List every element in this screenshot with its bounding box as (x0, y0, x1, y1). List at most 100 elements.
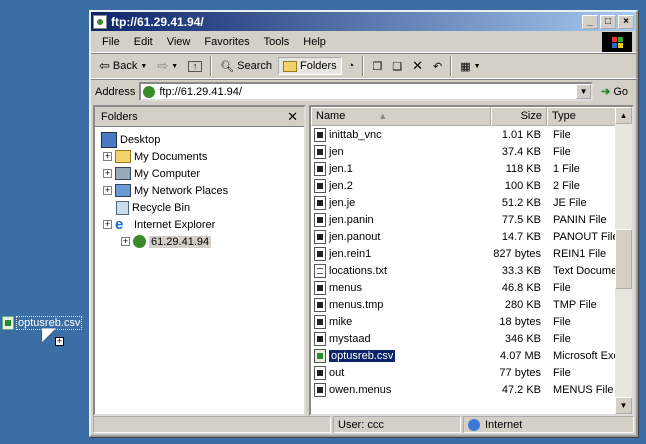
folders-pane-close-icon[interactable]: ✕ (287, 109, 298, 125)
undo-icon: ↶ (432, 60, 443, 73)
expand-icon[interactable]: + (121, 237, 130, 246)
expand-icon[interactable]: + (103, 186, 112, 195)
file-size: 46.8 KB (501, 281, 541, 294)
toolbar-separator (362, 56, 365, 76)
file-name: locations.txt (329, 264, 388, 277)
column-header-size[interactable]: Size (491, 107, 547, 126)
file-size: 14.7 KB (501, 230, 541, 243)
folders-button[interactable]: Folders (277, 57, 342, 75)
forward-dropdown-icon[interactable]: ▼ (171, 63, 178, 70)
file-size: 51.2 KB (501, 196, 541, 209)
table-row[interactable]: jen 37.4 KB File (311, 143, 615, 160)
history-button[interactable]: ◔ (344, 58, 359, 74)
back-dropdown-icon[interactable]: ▼ (140, 63, 147, 70)
status-blank (93, 416, 331, 433)
up-folder-icon: ↑ (188, 60, 203, 72)
table-row[interactable]: jen.rein1 827 bytes REIN1 File (311, 245, 615, 262)
file-icon (314, 365, 326, 380)
excel-file-icon (2, 316, 14, 330)
table-row[interactable]: menus 46.8 KB File (311, 279, 615, 296)
up-folder-button[interactable]: ↑ (184, 59, 206, 74)
scroll-up-icon[interactable]: ▲ (615, 107, 632, 124)
column-header-name[interactable]: Name ▲ (311, 107, 491, 126)
tree-item-ftp-site[interactable]: + 61.29.41.94 (99, 233, 300, 250)
status-user-label: User: ccc (338, 418, 384, 431)
network-icon (115, 184, 131, 197)
search-label: Search (237, 60, 272, 72)
table-row[interactable]: out 77 bytes File (311, 364, 615, 381)
address-input[interactable]: ftp://61.29.41.94/ ▼ (139, 82, 594, 101)
mouse-cursor-icon: ◤ (42, 324, 56, 344)
expand-icon[interactable]: + (103, 169, 112, 178)
tree-item-internet-explorer[interactable]: + e Internet Explorer (99, 216, 300, 233)
table-row[interactable]: inittab_vnc 1.01 KB File (311, 126, 615, 143)
tree-item-my-documents[interactable]: + My Documents (99, 148, 300, 165)
file-size: 77 bytes (499, 366, 541, 379)
move-to-button[interactable]: ❐ (368, 58, 386, 75)
tree-item-label: My Computer (134, 167, 201, 180)
menu-tools[interactable]: Tools (257, 34, 297, 50)
file-type: File (553, 315, 571, 328)
file-name: jen.panin (329, 213, 374, 226)
table-row[interactable]: jen.2 100 KB 2 File (311, 177, 615, 194)
close-button[interactable]: × (618, 14, 634, 29)
folders-label: Folders (299, 60, 337, 72)
tree-item-label: My Network Places (134, 184, 229, 197)
file-type: 2 File (553, 179, 580, 192)
table-row[interactable]: mystaad 346 KB File (311, 330, 615, 347)
menu-edit[interactable]: Edit (127, 34, 160, 50)
scroll-down-icon[interactable]: ▼ (615, 397, 632, 414)
tree-item-desktop[interactable]: Desktop (99, 131, 300, 148)
status-zone: Internet (463, 416, 634, 433)
menu-favorites[interactable]: Favorites (197, 34, 256, 50)
table-row[interactable]: owen.menus 47.2 KB MENUS File (311, 381, 615, 398)
table-row[interactable]: jen.je 51.2 KB JE File (311, 194, 615, 211)
search-button[interactable]: 🔍︎ Search (216, 58, 276, 75)
folders-icon (282, 60, 297, 72)
expand-icon[interactable]: + (103, 220, 112, 229)
table-row[interactable]: locations.txt 33.3 KB Text Documen (311, 262, 615, 279)
undo-button[interactable]: ↶ (429, 58, 446, 75)
views-dropdown-icon: ▼ (473, 62, 481, 70)
copy-to-button[interactable]: ❑ (388, 58, 406, 75)
back-arrow-icon: ⇦ (99, 58, 110, 73)
tree-item-my-computer[interactable]: + My Computer (99, 165, 300, 182)
address-label: Address (95, 85, 136, 98)
table-row-selected[interactable]: optusreb.csv 4.07 MB Microsoft Exc (311, 347, 615, 364)
table-row[interactable]: jen.panout 14.7 KB PANOUT File (311, 228, 615, 245)
column-size-label: Size (520, 110, 542, 122)
expand-icon[interactable]: + (103, 152, 112, 161)
copy-plus-icon: + (55, 336, 64, 346)
scroll-thumb[interactable] (615, 229, 632, 289)
title-bar[interactable]: ftp://61.29.41.94/ _ □ × (91, 12, 636, 31)
search-icon: 🔍︎ (220, 60, 235, 73)
menu-help[interactable]: Help (296, 34, 333, 50)
maximize-button[interactable]: □ (600, 14, 616, 29)
vertical-scrollbar[interactable]: ▲ ▼ (615, 107, 632, 414)
tree-item-my-network-places[interactable]: + My Network Places (99, 182, 300, 199)
back-button[interactable]: ⇦ Back ▼ (95, 56, 151, 76)
file-icon (314, 178, 326, 193)
content-panes: Folders ✕ Desktop + My Documents + My Co… (93, 105, 634, 416)
tree-item-recycle-bin[interactable]: Recycle Bin (99, 199, 300, 216)
go-arrow-icon: ➔ (601, 86, 611, 98)
delete-button[interactable]: ✕ (408, 56, 427, 76)
folder-tree: Desktop + My Documents + My Computer + M… (95, 127, 304, 254)
go-button[interactable]: ➔ Go (597, 85, 632, 99)
file-size: 37.4 KB (501, 145, 541, 158)
table-row[interactable]: mike 18 bytes File (311, 313, 615, 330)
file-icon (314, 280, 326, 295)
ie-icon: e (115, 215, 124, 233)
table-row[interactable]: jen.panin 77.5 KB PANIN File (311, 211, 615, 228)
menu-view[interactable]: View (160, 34, 198, 50)
minimize-button[interactable]: _ (582, 14, 598, 29)
file-type: File (553, 145, 571, 158)
menu-file[interactable]: File (95, 34, 127, 50)
views-button[interactable]: ▦ ▼ (456, 58, 484, 75)
table-row[interactable]: menus.tmp 280 KB TMP File (311, 296, 615, 313)
file-size: 33.3 KB (501, 264, 541, 277)
address-dropdown-icon[interactable]: ▼ (576, 84, 592, 99)
forward-button[interactable]: ⇨ ▼ (153, 56, 182, 76)
table-row[interactable]: jen.1 118 KB 1 File (311, 160, 615, 177)
ftp-window-icon (93, 14, 107, 29)
